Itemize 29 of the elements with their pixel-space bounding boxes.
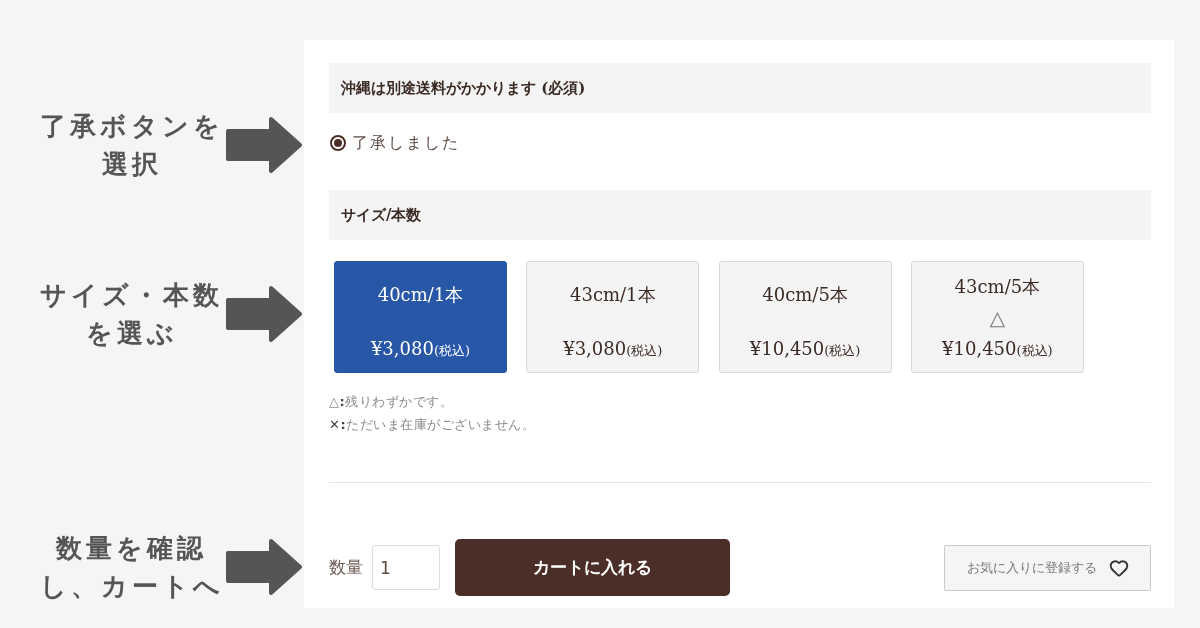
legend-text: △:残りわずかです。 — [329, 393, 455, 411]
size-option[interactable]: 43cm/1本 ¥3,080(税込) — [526, 261, 700, 373]
quantity-field[interactable]: 1 — [372, 545, 440, 590]
stock-mark: △ — [989, 306, 1006, 330]
option-price: ¥10,450(税込) — [749, 337, 861, 361]
option-price: ¥10,450(税込) — [942, 337, 1053, 361]
legend-text: ✕:ただいま在庫がございません。 — [329, 416, 537, 434]
heart-icon — [1108, 557, 1129, 578]
annotation-text: 了承ボタンを 選択 — [38, 110, 225, 181]
size-option[interactable]: 43cm/5本 △ ¥10,450(税込) — [910, 261, 1084, 373]
annotation-text: サイズ・本数 を選ぶ — [39, 279, 224, 350]
option-label: 43cm/1本 — [570, 283, 656, 307]
section-heading: サイズ/本数 — [329, 190, 1151, 240]
section-heading: 沖縄は別途送料がかかります (必須) — [329, 63, 1151, 113]
add-to-cart-button[interactable]: カートに入れる — [455, 539, 730, 596]
option-label: 40cm/1本 — [377, 283, 464, 307]
option-price: ¥3,080(税込) — [563, 337, 663, 361]
arrow-icon — [226, 537, 304, 597]
size-option[interactable]: 40cm/5本 ¥10,450(税込) — [718, 261, 892, 373]
option-label: 43cm/5本 — [954, 275, 1041, 299]
option-price: ¥3,080(税込) — [370, 337, 471, 361]
favorite-button[interactable]: お気に入りに登録する — [944, 544, 1151, 591]
arrow-icon — [226, 284, 304, 344]
size-option[interactable]: 40cm/1本 ¥3,080(税込) — [334, 261, 507, 373]
option-label: 40cm/5本 — [762, 283, 848, 307]
quantity-label: 数量 — [329, 556, 363, 579]
arrow-icon — [226, 115, 304, 175]
radio-label: 了承しました — [352, 132, 460, 154]
annotation-text: 数量を確認 し、カートへ — [38, 532, 225, 603]
